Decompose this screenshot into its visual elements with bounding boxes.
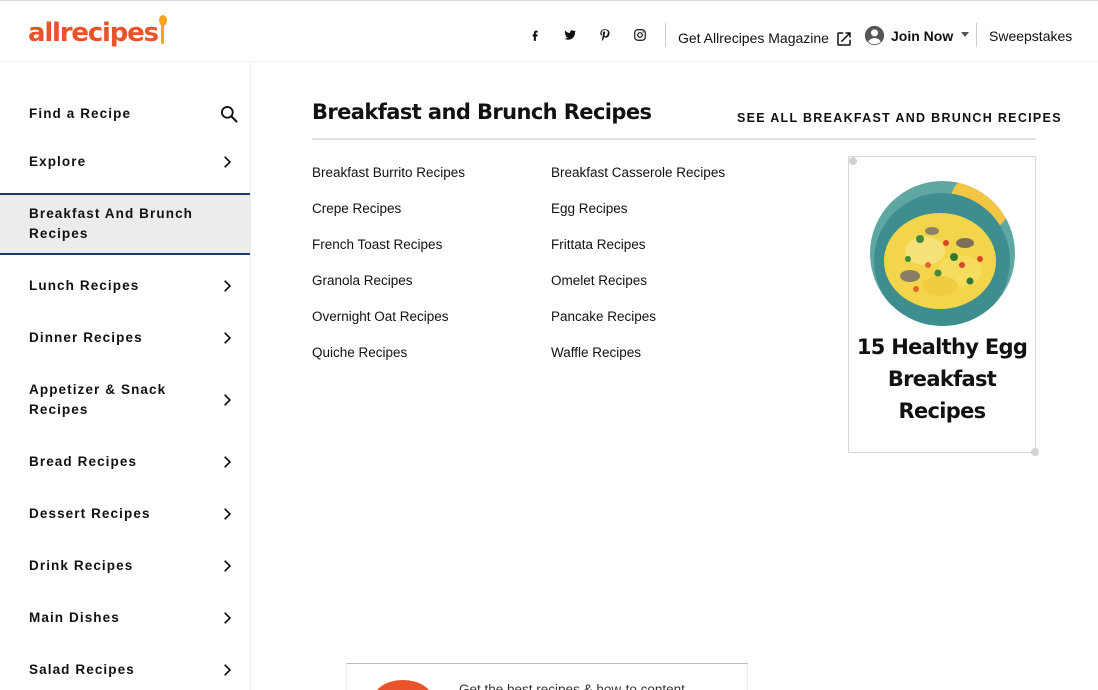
chevron-right-icon <box>224 156 232 168</box>
sidebar-item-label: Bread Recipes <box>29 454 138 469</box>
sidebar-item-label: Main Dishes <box>29 610 120 625</box>
recipe-link[interactable]: Egg Recipes <box>551 201 628 216</box>
sidebar-item-dessert[interactable]: Dessert Recipes <box>0 502 250 526</box>
sidebar-item-find-a-recipe[interactable]: Find a Recipe <box>0 102 250 126</box>
recipe-link[interactable]: Quiche Recipes <box>312 345 407 360</box>
recipe-link[interactable]: Overnight Oat Recipes <box>312 309 449 324</box>
external-link-icon <box>837 32 851 46</box>
recipe-link[interactable]: Crepe Recipes <box>312 201 401 216</box>
header-divider <box>665 23 666 47</box>
sidebar-item-label: Dessert Recipes <box>29 506 151 521</box>
sidebar-item-breakfast-and-brunch[interactable]: Breakfast And Brunch Recipes <box>0 193 250 255</box>
sidebar-item-label: Explore <box>29 154 87 169</box>
promo-title: 15 Healthy Egg Breakfast Recipes <box>856 335 1028 423</box>
recipe-link[interactable]: Breakfast Burrito Recipes <box>312 165 465 180</box>
card-corner-dot <box>849 157 857 165</box>
sidebar-item-drink[interactable]: Drink Recipes <box>0 554 250 578</box>
newsletter-text: Get the best recipes & how-to content <box>459 682 685 690</box>
sidebar-item-bread[interactable]: Bread Recipes <box>0 450 250 474</box>
spoon-icon <box>158 15 167 45</box>
facebook-icon[interactable] <box>527 27 543 43</box>
recipe-link[interactable]: Breakfast Casserole Recipes <box>551 165 725 180</box>
sidebar-item-label: Appetizer & Snack Recipes <box>29 382 167 417</box>
sidebar-item-appetizer-snack[interactable]: Appetizer & Snack Recipes <box>0 378 250 422</box>
site-header: allrecipes Get Allrecipes Magazine Join … <box>0 0 1098 62</box>
allrecipes-logo[interactable]: allrecipes <box>28 15 167 48</box>
sidebar-item-salad[interactable]: Salad Recipes <box>0 658 250 682</box>
join-now-button[interactable]: Join Now <box>864 25 970 46</box>
recipe-link[interactable]: Pancake Recipes <box>551 309 656 324</box>
promo-card[interactable]: 15 Healthy Egg Breakfast Recipes <box>848 156 1039 456</box>
sidebar-item-label: Drink Recipes <box>29 558 134 573</box>
sidebar-item-main-dishes[interactable]: Main Dishes <box>0 606 250 630</box>
recipe-link[interactable]: Frittata Recipes <box>551 237 646 252</box>
twitter-icon[interactable] <box>562 27 578 43</box>
pinterest-icon[interactable] <box>597 27 613 43</box>
card-corner-dot <box>1031 448 1039 456</box>
newsletter-badge-icon <box>373 680 433 690</box>
recipe-link[interactable]: French Toast Recipes <box>312 237 442 252</box>
sidebar-nav: Find a Recipe Explore Breakfast And Brun… <box>0 62 251 690</box>
chevron-right-icon <box>224 612 232 624</box>
recipe-link[interactable]: Omelet Recipes <box>551 273 647 288</box>
sweepstakes-link[interactable]: Sweepstakes <box>989 28 1072 44</box>
user-avatar-icon <box>864 25 885 46</box>
chevron-right-icon <box>224 332 232 344</box>
see-all-link[interactable]: SEE ALL BREAKFAST AND BRUNCH RECIPES <box>737 111 1062 125</box>
chevron-right-icon <box>224 280 232 292</box>
magazine-label: Get Allrecipes Magazine <box>678 29 829 46</box>
recipe-link[interactable]: Granola Recipes <box>312 273 413 288</box>
recipe-link[interactable]: Waffle Recipes <box>551 345 641 360</box>
sidebar-item-lunch[interactable]: Lunch Recipes <box>0 274 250 298</box>
sidebar-item-label: Dinner Recipes <box>29 330 143 345</box>
sidebar-item-label: Salad Recipes <box>29 662 135 677</box>
section-title: Breakfast and Brunch Recipes <box>312 100 652 124</box>
sidebar-item-explore[interactable]: Explore <box>0 150 250 174</box>
logo-text: allrecipes <box>28 18 159 48</box>
sidebar-item-label: Lunch Recipes <box>29 278 140 293</box>
search-icon[interactable] <box>219 104 239 124</box>
chevron-right-icon <box>224 560 232 572</box>
sidebar-item-label: Breakfast And Brunch Recipes <box>29 206 194 241</box>
sidebar-item-dinner[interactable]: Dinner Recipes <box>0 326 250 350</box>
chevron-right-icon <box>224 664 232 676</box>
egg-scramble-photo <box>870 181 1015 326</box>
chevron-right-icon <box>224 456 232 468</box>
chevron-right-icon <box>224 394 232 406</box>
caret-down-icon <box>961 32 970 37</box>
newsletter-banner: Get the best recipes & how-to content <box>346 663 748 690</box>
header-divider <box>976 23 977 47</box>
instagram-icon[interactable] <box>632 27 648 43</box>
get-magazine-link[interactable]: Get Allrecipes Magazine <box>678 27 853 48</box>
join-now-label: Join Now <box>891 27 954 44</box>
chevron-right-icon <box>224 508 232 520</box>
sidebar-item-label: Find a Recipe <box>29 106 132 121</box>
title-divider <box>312 138 1036 140</box>
